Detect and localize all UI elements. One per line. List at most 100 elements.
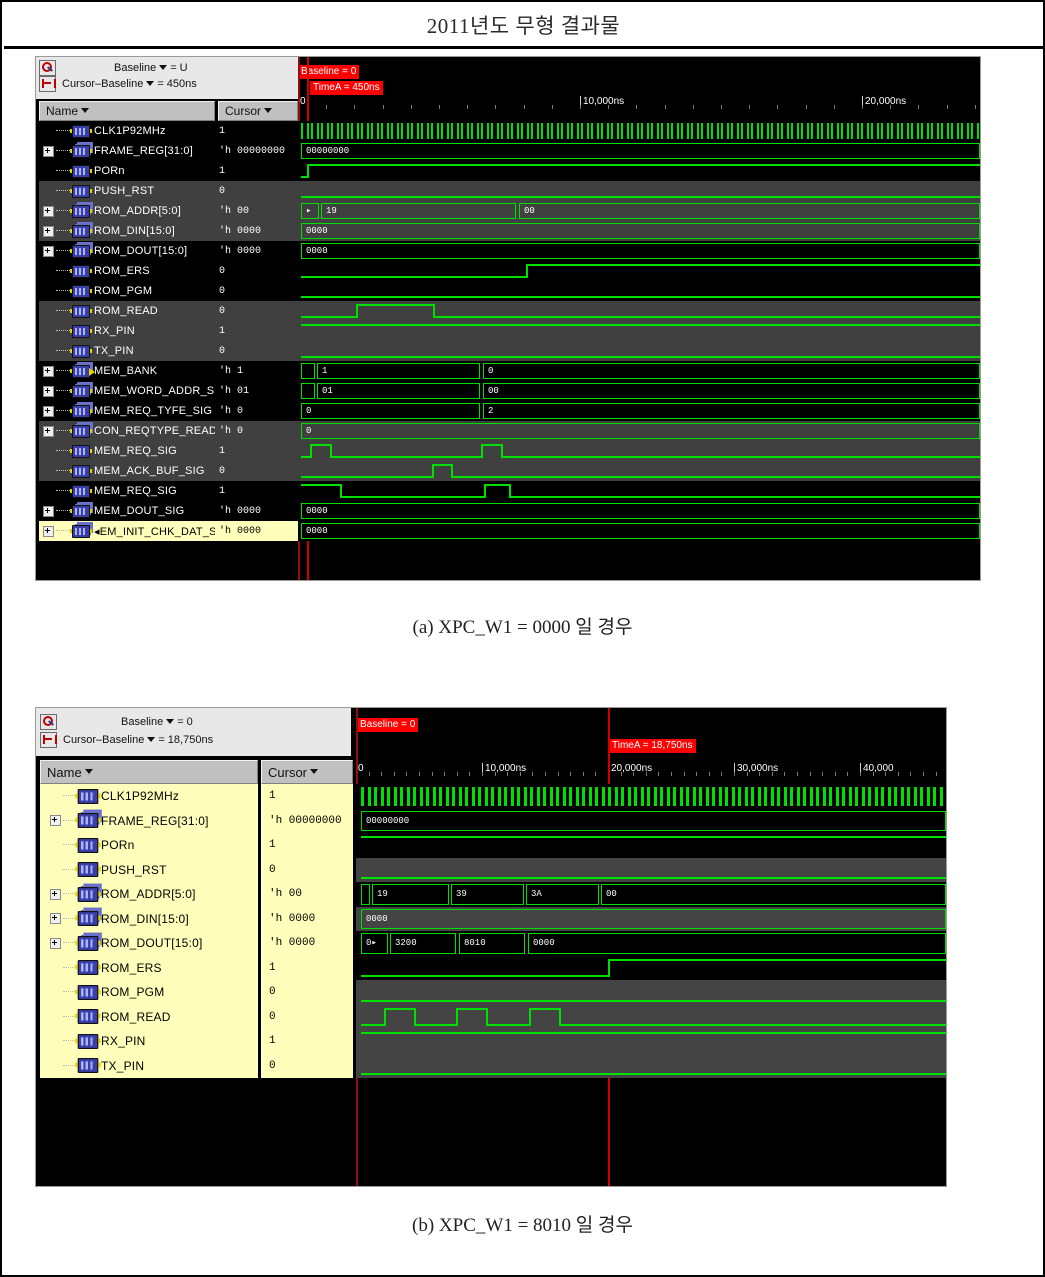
expand-toggle-icon[interactable] — [43, 425, 54, 437]
tree-controls[interactable] — [43, 501, 72, 521]
signal-row[interactable]: ROM_DIN[15:0] — [40, 906, 258, 931]
signal-row[interactable]: CLK1P92MHz — [39, 121, 215, 141]
signal-row[interactable]: ROM_ERS — [40, 955, 258, 980]
signal-row[interactable]: ROM_DOUT[15:0] — [40, 931, 258, 956]
signal-row[interactable]: PUSH_RST — [40, 857, 258, 882]
signal-row[interactable]: ROM_DIN[15:0] — [39, 221, 215, 241]
signal-row[interactable]: MEM_BANK — [39, 361, 215, 381]
viewer-a-time-ruler[interactable]: 0 10,000ns 20,000ns — [298, 57, 980, 109]
viewer-a-name-column-header[interactable]: Name — [39, 101, 215, 121]
signal-row[interactable]: ROM_PGM — [40, 980, 258, 1005]
signal-row[interactable]: ROM_ADDR[5:0] — [40, 882, 258, 907]
signal-row[interactable]: PUSH_RST — [39, 181, 215, 201]
magnifier-icon[interactable] — [39, 60, 56, 76]
tree-controls[interactable] — [43, 121, 72, 141]
signal-row[interactable]: ROM_READ — [39, 301, 215, 321]
signal-row[interactable]: ROM_PGM — [39, 281, 215, 301]
expand-toggle-icon[interactable] — [43, 245, 54, 257]
chevron-down-icon[interactable] — [310, 769, 319, 774]
chevron-down-icon[interactable] — [84, 769, 93, 774]
expand-toggle-icon[interactable] — [43, 205, 54, 217]
expand-toggle-icon[interactable] — [43, 385, 54, 397]
signal-row[interactable]: ROM_ERS — [39, 261, 215, 281]
signal-row[interactable]: MEM_REQ_TYFE_SIG — [39, 401, 215, 421]
cursor-baseline-icon[interactable] — [40, 732, 57, 748]
tree-controls[interactable] — [43, 161, 72, 181]
wave-row — [356, 1004, 946, 1029]
expand-toggle-icon[interactable] — [50, 888, 61, 900]
waveform-viewer-b[interactable]: Baseline = 0 Cursor–Baseline = 18,750ns … — [35, 707, 947, 1187]
viewer-b-signal-name-pane[interactable]: CLK1P92MHz FRAME_REG[31:0] PORn PUSH_RST ROM… — [40, 784, 258, 1186]
waveform-viewer-a[interactable]: Baseline = U Cursor–Baseline = 450ns Nam… — [35, 56, 981, 581]
chevron-down-icon[interactable] — [264, 108, 273, 113]
signal-row[interactable]: MEM_ACK_BUF_SIG — [39, 461, 215, 481]
tree-controls[interactable] — [43, 201, 72, 221]
expand-toggle-icon[interactable] — [50, 913, 61, 925]
signal-row[interactable]: MEM_DOUT_SIG — [39, 501, 215, 521]
magnifier-icon[interactable] — [40, 714, 57, 730]
tree-controls[interactable] — [43, 141, 72, 161]
viewer-a-wave-pane[interactable]: 0 10,000ns 20,000ns Baseline = 0 TimeA = 4… — [298, 57, 980, 580]
expand-toggle-icon[interactable] — [43, 525, 54, 537]
tree-controls[interactable] — [43, 441, 72, 461]
signal-row[interactable]: PORn — [39, 161, 215, 181]
signal-row[interactable]: TX_PIN — [40, 1053, 258, 1078]
expand-toggle-icon[interactable] — [43, 365, 54, 377]
signal-row[interactable]: ROM_READ — [40, 1004, 258, 1029]
tree-controls[interactable] — [43, 481, 72, 501]
tree-controls[interactable] — [43, 261, 72, 281]
tree-controls[interactable] — [43, 381, 72, 401]
tree-controls[interactable] — [43, 181, 72, 201]
expand-toggle-icon[interactable] — [43, 505, 54, 517]
signal-row[interactable]: PORn — [40, 833, 258, 858]
tree-controls[interactable] — [43, 321, 72, 341]
time-tick-minor — [444, 772, 446, 776]
viewer-b-wave-pane[interactable]: 0 10,000ns 20,000ns 30,000ns 40,000 Baseline… — [356, 708, 946, 1186]
tree-controls[interactable] — [43, 281, 72, 301]
tree-controls[interactable] — [43, 401, 72, 421]
signal-value-cell: 'h 00000000 — [261, 808, 353, 833]
expand-toggle-icon[interactable] — [50, 937, 61, 949]
cursor-baseline-icon[interactable] — [39, 76, 56, 92]
tree-controls[interactable] — [43, 421, 72, 441]
viewer-b-cursor-column-header[interactable]: Cursor — [261, 760, 353, 784]
signal-row[interactable]: CON_REQTYPE_READ — [39, 421, 215, 441]
signal-row[interactable]: FRAME_REG[31:0] — [40, 808, 258, 833]
rom-dout-segment: 0000 — [301, 243, 980, 259]
signal-row[interactable]: FRAME_REG[31:0] — [39, 141, 215, 161]
signal-row[interactable]: ◂EM_INIT_CHK_DAT_SIG — [39, 521, 215, 541]
chevron-down-icon[interactable] — [147, 737, 156, 742]
signal-value-cell: 0 — [261, 1004, 353, 1029]
signal-row[interactable]: ROM_ADDR[5:0] — [39, 201, 215, 221]
tree-controls[interactable] — [43, 221, 72, 241]
viewer-b-name-column-header[interactable]: Name — [40, 760, 258, 784]
expand-toggle-icon[interactable] — [50, 815, 61, 827]
time-tick-minor — [671, 772, 672, 776]
chevron-down-icon[interactable] — [159, 65, 168, 70]
viewer-b-cursor-value-pane[interactable]: 1'h 00000000 1 0'h 00'h 0000'h 0000 1 0 0 1 0 — [261, 784, 353, 1186]
signal-row[interactable]: CLK1P92MHz — [40, 784, 258, 809]
signal-row[interactable]: MEM_WORD_ADDR_SIG — [39, 381, 215, 401]
chevron-down-icon[interactable] — [166, 719, 175, 724]
tree-controls[interactable] — [43, 361, 72, 381]
expand-toggle-icon[interactable] — [43, 405, 54, 417]
viewer-a-cursor-column-header[interactable]: Cursor — [218, 101, 298, 121]
tree-controls[interactable] — [43, 301, 72, 321]
signal-row[interactable]: TX_PIN — [39, 341, 215, 361]
tree-controls[interactable] — [43, 341, 72, 361]
tree-controls[interactable] — [43, 241, 72, 261]
signal-row[interactable]: MEM_REQ_SIG — [39, 481, 215, 501]
tree-controls[interactable] — [43, 461, 72, 481]
signal-row[interactable]: RX_PIN — [39, 321, 215, 341]
signal-row[interactable]: RX_PIN — [40, 1029, 258, 1054]
signal-row[interactable]: MEM_REQ_SIG — [39, 441, 215, 461]
tree-controls[interactable] — [43, 521, 72, 541]
chevron-down-icon[interactable] — [81, 108, 90, 113]
signal-row[interactable]: ROM_DOUT[15:0] — [39, 241, 215, 261]
viewer-a-signal-name-pane[interactable]: CLK1P92MHz FRAME_REG[31:0] PORn PUSH_RST ROM… — [39, 121, 215, 579]
chevron-down-icon[interactable] — [146, 81, 155, 86]
expand-toggle-icon[interactable] — [43, 145, 54, 157]
viewer-a-cursor-value-pane[interactable]: 1'h 00000000 1 0'h 00'h 0000'h 0000 0 0 0 1 0'h… — [215, 121, 298, 579]
bus-signal-icon — [75, 911, 101, 927]
expand-toggle-icon[interactable] — [43, 225, 54, 237]
